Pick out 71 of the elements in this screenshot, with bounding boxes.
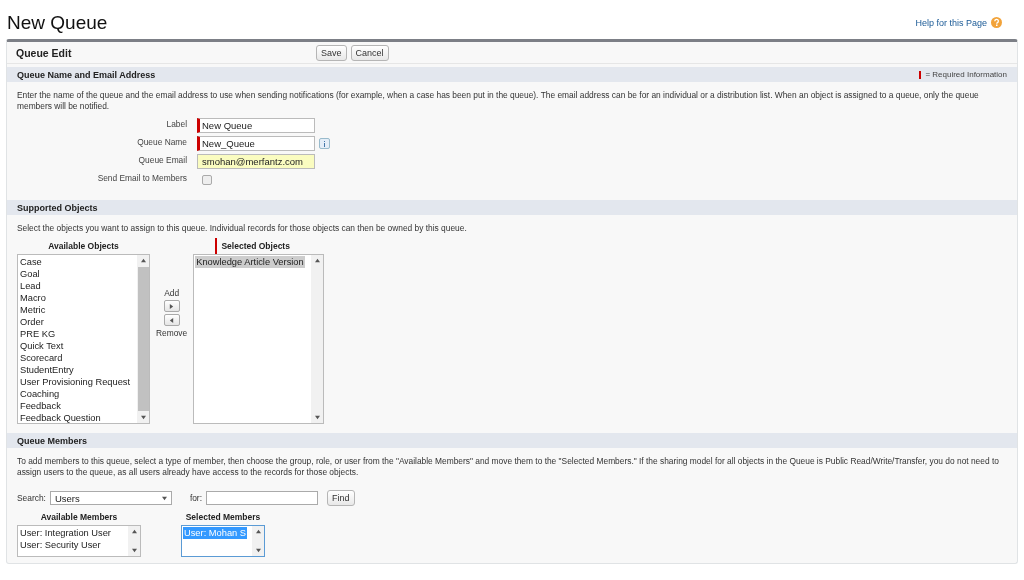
help-link[interactable]: Help for this Page: [915, 17, 1002, 28]
list-option[interactable]: Feedback Question: [19, 412, 102, 423]
for-label: for:: [189, 493, 202, 503]
search-field[interactable]: [206, 491, 318, 505]
caret-icon: [161, 495, 167, 501]
list-box[interactable]: Case Goal Lead Macro Metric Order PRE KG Quick Text Scorecard StudentEntry User Provisioning Request Coaching Feedback Feedback Question: [17, 254, 150, 424]
field-label: Label: [165, 118, 187, 129]
list-option[interactable]: User Provisioning Request: [19, 376, 132, 388]
input-field[interactable]: New_Queue: [197, 136, 315, 151]
section-title: Queue Name and Email Address: [17, 69, 156, 80]
search-dropdown[interactable]: Users: [49, 491, 172, 505]
remove-button[interactable]: [163, 314, 180, 326]
right-arrow-icon: [169, 303, 175, 309]
list-option[interactable]: StudentEntry: [19, 364, 75, 376]
input-field[interactable]: smohan@merfantz.com: [197, 154, 315, 169]
list-box[interactable]: Knowledge Article Version: [193, 254, 325, 424]
list-option[interactable]: Case: [19, 256, 43, 268]
section-description: Select the objects you want to assign to this queue. Individual records for those objects can then be owned by this queue.: [17, 223, 468, 234]
required-marker: [919, 70, 922, 79]
checkbox[interactable]: [202, 174, 212, 185]
list-option[interactable]: Feedback: [19, 400, 62, 412]
scroll-up-icon: [255, 529, 261, 534]
list-heading: Selected Members: [185, 512, 261, 522]
scroll-up-icon: [131, 529, 137, 534]
list-option[interactable]: Order: [19, 316, 45, 328]
remove-label: Remove: [156, 328, 188, 338]
add-button[interactable]: [163, 300, 180, 312]
field-label: Queue Name: [136, 136, 187, 147]
list-option[interactable]: Quick Text: [19, 340, 65, 352]
form-button[interactable]: Save: [316, 44, 347, 61]
list-option[interactable]: Macro: [19, 292, 47, 304]
section-title: Queue Members: [17, 435, 88, 446]
section-title: Supported Objects: [17, 202, 98, 213]
help-icon: [991, 17, 1002, 28]
find-button[interactable]: Find: [327, 490, 355, 506]
list-option[interactable]: Metric: [19, 304, 47, 316]
list-option[interactable]: Coaching: [19, 388, 61, 400]
list-box[interactable]: User: Integration User User: Security User: [17, 525, 141, 557]
scroll-down-icon: [131, 548, 137, 553]
field-label: Queue Email: [137, 154, 187, 165]
left-arrow-icon: [169, 317, 175, 323]
panel-title: Queue Edit: [16, 46, 73, 59]
list-option[interactable]: Lead: [19, 280, 42, 292]
list-option[interactable]: Goal: [19, 268, 41, 280]
list-option[interactable]: User: Security User: [19, 539, 102, 551]
list-heading: Available Members: [40, 512, 118, 522]
section-description: To add members to this queue, select a type of member, then choose the group, role, or user from the "Available Members" and move them to the "Selected Members." If the sharing model for all objects in the Queue is Public Read/Write/Transfer, you do not need to assign users to the queue, as all users already have access to the records for those objects.: [17, 456, 1000, 478]
list-option[interactable]: User: Integration User: [19, 527, 112, 539]
list-heading: Selected Objects: [221, 241, 290, 251]
add-label: Add: [164, 288, 180, 298]
scroll-up-icon: [140, 258, 146, 263]
form-button[interactable]: Cancel: [350, 44, 389, 61]
scroll-down-icon: [255, 548, 261, 553]
input-field[interactable]: New Queue: [197, 118, 315, 133]
field-label: Send Email to Members: [96, 172, 187, 183]
required-legend: = Required Information: [925, 70, 1007, 79]
scrollbar[interactable]: [137, 255, 149, 423]
scroll-down-icon: [140, 415, 146, 420]
list-option[interactable]: PRE KG: [19, 328, 57, 340]
scrollbar[interactable]: [311, 255, 324, 423]
scrollbar[interactable]: [252, 526, 264, 556]
list-heading: Available Objects: [48, 241, 119, 251]
list-option[interactable]: Scorecard: [19, 352, 64, 364]
scroll-down-icon: [314, 415, 320, 420]
list-option[interactable]: Knowledge Article Version: [195, 256, 305, 268]
scrollbar[interactable]: [128, 526, 140, 556]
search-label: Search:: [17, 493, 46, 503]
page-title: New Queue: [7, 11, 108, 34]
scroll-up-icon: [314, 258, 320, 263]
info-icon[interactable]: [319, 138, 330, 149]
section-description: Enter the name of the queue and the email address to use when sending notifications (for example, when a case has been put in the queue). The email address can be for an individual or a distribution list. When an object is assigned to a queue, only the queue members will be notified.: [17, 90, 980, 112]
